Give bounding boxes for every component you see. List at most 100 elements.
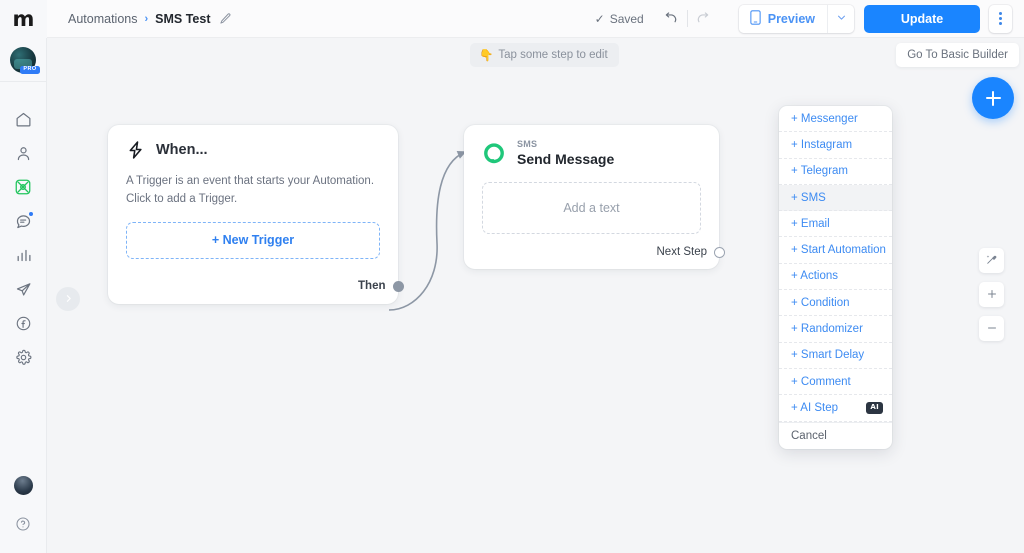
saved-label: Saved [609, 11, 644, 26]
menu-item-ai-step[interactable]: + AI Step AI [779, 395, 892, 422]
sidebar-item-contacts[interactable] [0, 136, 47, 170]
contacts-icon [15, 145, 32, 162]
menu-item-label: + Comment [791, 375, 851, 388]
automation-builder-app: m PRO Automations › SMS Test ✓ Saved Pre… [0, 0, 1024, 553]
go-to-basic-builder-button[interactable]: Go To Basic Builder [896, 43, 1019, 67]
account-avatar[interactable]: PRO [0, 38, 47, 82]
menu-item-label: + Randomizer [791, 323, 863, 336]
menu-item-messenger[interactable]: + Messenger [779, 106, 892, 133]
live-chat-notification-dot [27, 211, 34, 217]
help-question-icon [15, 516, 31, 532]
add-text-placeholder[interactable]: Add a text [482, 181, 701, 234]
menu-item-randomizer[interactable]: + Randomizer [779, 316, 892, 343]
menu-item-label: + Actions [791, 270, 838, 283]
sidebar-item-home[interactable] [0, 102, 47, 136]
add-step-menu: + Messenger + Instagram + Telegram + SMS… [779, 106, 892, 449]
preview-label: Preview [767, 11, 815, 26]
menu-item-telegram[interactable]: + Telegram [779, 159, 892, 185]
pro-badge: PRO [20, 65, 40, 74]
zoom-out-button[interactable] [979, 316, 1004, 341]
trigger-card-title: When... [156, 142, 208, 158]
preview-dropdown-toggle[interactable] [827, 4, 854, 33]
trigger-card-description: A Trigger is an event that starts your A… [108, 160, 398, 209]
next-step-label: Next Step [656, 246, 708, 258]
sms-card-kicker: SMS [517, 139, 538, 149]
menu-item-condition[interactable]: + Condition [779, 290, 892, 317]
kebab-dot-icon [999, 22, 1002, 25]
sidebar-item-help[interactable] [0, 507, 47, 541]
broadcast-icon [15, 281, 32, 298]
analytics-icon [15, 247, 32, 264]
canvas-controls [979, 248, 1004, 341]
app-logo[interactable]: m [0, 0, 47, 38]
page-title: SMS Test [155, 11, 211, 26]
new-trigger-button[interactable]: + New Trigger [126, 221, 380, 259]
menu-item-label: + Messenger [791, 112, 858, 125]
trigger-node-card[interactable]: When... A Trigger is an event that start… [108, 125, 404, 304]
menu-item-instagram[interactable]: + Instagram [779, 132, 892, 159]
chevron-down-icon [836, 10, 847, 28]
sms-next-step-connector: Next Step [656, 246, 725, 258]
minus-icon [986, 321, 998, 337]
sidebar-item-live-chat[interactable] [0, 204, 47, 238]
menu-item-label: + Telegram [791, 165, 849, 178]
saved-status: ✓ Saved [595, 12, 644, 26]
menu-item-label: + Email [791, 217, 830, 230]
user-avatar[interactable] [13, 476, 33, 495]
edit-pencil-icon[interactable] [219, 12, 232, 25]
menu-item-start-automation[interactable]: + Start Automation [779, 237, 892, 264]
toolbar-divider [686, 10, 688, 27]
menu-item-label: Cancel [791, 429, 827, 442]
sms-card-title: Send Message [517, 150, 615, 167]
breadcrumb-parent-link[interactable]: Automations [68, 12, 137, 26]
menu-item-label: + Start Automation [791, 244, 886, 257]
sms-card-meta: SMS Send Message [517, 139, 615, 168]
sms-node-card[interactable]: SMS Send Message Add a text Next Step [464, 125, 725, 269]
menu-item-email[interactable]: + Email [779, 211, 892, 238]
plus-icon [986, 287, 998, 303]
manychat-logo-icon: m [12, 6, 35, 31]
zoom-in-button[interactable] [979, 282, 1004, 307]
menu-item-label: + SMS [791, 191, 826, 204]
auto-layout-button[interactable] [979, 248, 1004, 273]
menu-item-comment[interactable]: + Comment [779, 369, 892, 396]
update-button[interactable]: Update [864, 4, 980, 33]
redo-button[interactable] [691, 6, 717, 32]
sidebar-bottom-group [0, 476, 47, 553]
menu-item-label: + Smart Delay [791, 349, 865, 362]
menu-item-smart-delay[interactable]: + Smart Delay [779, 343, 892, 369]
pointing-down-icon: 👇 [479, 50, 494, 62]
facebook-icon [15, 315, 32, 332]
menu-item-label: + Instagram [791, 138, 853, 151]
trigger-card-header: When... [108, 125, 398, 160]
toolbar-actions: ✓ Saved Preview Update [595, 4, 1012, 33]
breadcrumb: Automations › SMS Test [68, 12, 232, 26]
flow-canvas[interactable]: 👇 Tap some step to edit Go To Basic Buil… [47, 38, 1024, 553]
sidebar-item-settings[interactable] [0, 340, 47, 374]
sidebar-item-broadcasting[interactable] [0, 272, 47, 306]
preview-button[interactable]: Preview [738, 4, 827, 33]
sidebar-nav [0, 102, 47, 374]
home-icon [15, 111, 32, 128]
more-options-button[interactable] [989, 4, 1012, 33]
lightning-bolt-icon [126, 140, 146, 160]
sidebar-item-analytics[interactable] [0, 238, 47, 272]
settings-gear-icon [15, 349, 32, 366]
sidebar-item-automations[interactable] [0, 170, 47, 204]
top-toolbar: Automations › SMS Test ✓ Saved Preview U… [47, 0, 1024, 38]
chevron-right-icon [64, 290, 73, 308]
then-connector-dot[interactable] [392, 280, 404, 292]
add-step-fab[interactable] [972, 77, 1014, 119]
next-step-connector-dot[interactable] [714, 246, 725, 258]
sms-card-header: SMS Send Message [464, 125, 719, 168]
sidebar-collapse-toggle[interactable] [56, 287, 80, 311]
menu-item-actions[interactable]: + Actions [779, 264, 892, 291]
menu-item-cancel[interactable]: Cancel [779, 421, 892, 449]
kebab-dot-icon [999, 17, 1002, 20]
sidebar-item-facebook[interactable] [0, 306, 47, 340]
trigger-description-line-1: A Trigger is an event that starts your A… [126, 175, 375, 187]
kebab-dot-icon [999, 12, 1002, 15]
undo-button[interactable] [658, 6, 684, 32]
menu-item-sms[interactable]: + SMS [779, 184, 892, 212]
then-label: Then [358, 280, 386, 292]
